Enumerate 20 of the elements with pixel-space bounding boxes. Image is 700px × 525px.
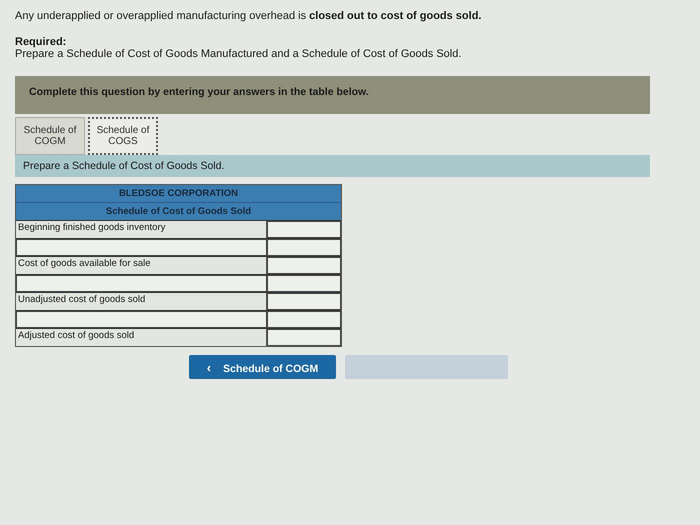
previous-button[interactable]: ‹ Schedule of COGM: [189, 355, 336, 379]
input-field[interactable]: [16, 311, 267, 328]
tab[interactable]: Schedule of COGS: [88, 117, 158, 155]
table-title: Schedule of Cost of Goods Sold: [16, 202, 341, 220]
intro-text: Any underapplied or overapplied manufacturing overhead is closed out to cost of goods sold.: [15, 10, 482, 22]
input-field[interactable]: [16, 239, 267, 256]
instruction-banner: Complete this question by entering your answers in the table below.: [15, 76, 650, 114]
amount-field[interactable]: [267, 311, 341, 328]
company-heading: BLEDSOE CORPORATION: [16, 185, 341, 202]
amount-field[interactable]: [267, 257, 341, 274]
amount-field[interactable]: [267, 275, 341, 292]
tab[interactable]: Schedule of COGM: [15, 117, 85, 155]
amount-field[interactable]: [267, 329, 341, 346]
amount-field[interactable]: [267, 239, 341, 256]
input-field[interactable]: [16, 275, 267, 292]
amount-field[interactable]: [267, 293, 341, 310]
required-text: Prepare a Schedule of Cost of Goods Manufactured and a Schedule of Cost of Goods Sold.: [15, 48, 462, 60]
instruction-bar: Prepare a Schedule of Cost of Goods Sold.: [15, 155, 650, 177]
amount-field[interactable]: [267, 221, 341, 238]
required-heading: Required:: [15, 36, 68, 48]
